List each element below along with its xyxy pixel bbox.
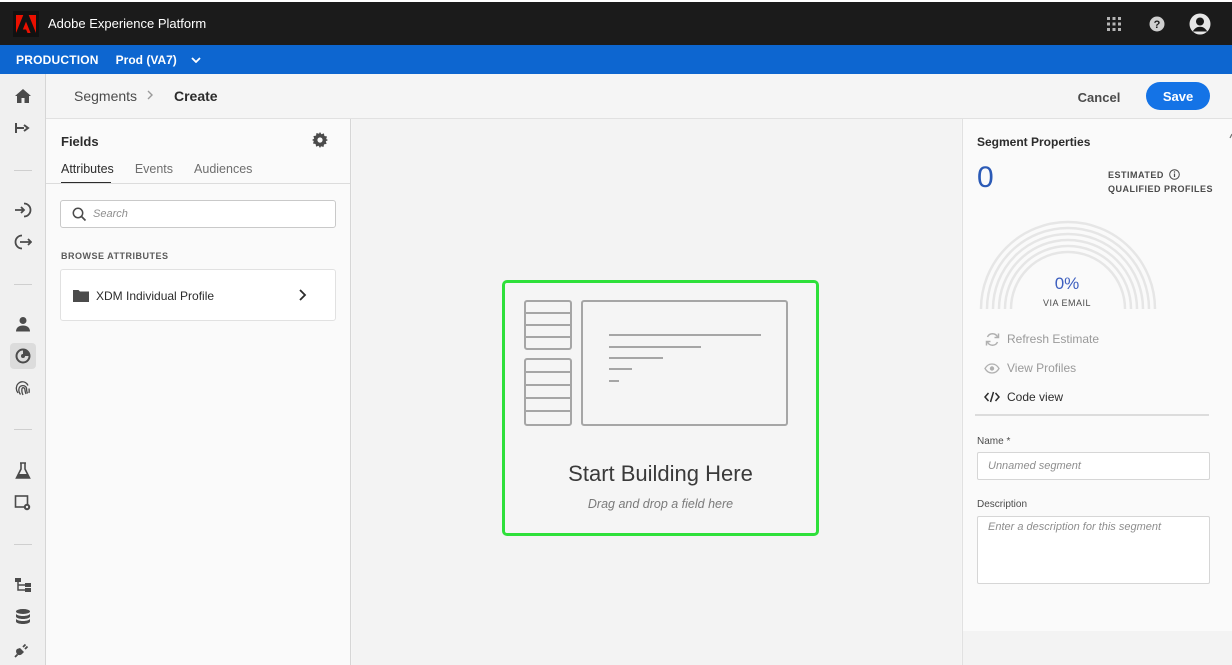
page-header: Segments Create Cancel Save <box>46 74 1232 119</box>
page-title: Create <box>174 88 218 104</box>
description-label: Description <box>977 499 1028 510</box>
destination-icon[interactable] <box>10 229 36 255</box>
tab-audiences[interactable]: Audiences <box>194 162 252 184</box>
drop-zone-subtitle: Drag and drop a field here <box>587 497 734 511</box>
code-view-button[interactable]: Code view <box>983 388 1063 406</box>
gauge-percent: 0% <box>1054 274 1080 293</box>
tabs-divider <box>46 183 350 184</box>
segment-canvas: Start Building Here Drag and drop a fiel… <box>352 119 961 665</box>
rail-divider <box>14 544 32 545</box>
fields-title: Fields <box>61 134 99 149</box>
chevron-down-icon[interactable] <box>191 56 201 63</box>
list-item-label: XDM Individual Profile <box>96 289 215 303</box>
search-field <box>60 200 336 228</box>
chevron-right-icon <box>146 88 154 106</box>
properties-footer <box>963 631 1232 665</box>
rail-divider <box>14 284 32 285</box>
source-icon[interactable] <box>10 197 36 223</box>
home-icon[interactable] <box>10 83 36 109</box>
fields-panel: Fields Attributes Events Audiences BROWS… <box>46 119 351 665</box>
app-title[interactable]: Adobe Experience Platform <box>48 16 206 31</box>
gauge-label: VIA EMAIL <box>1042 298 1092 308</box>
refresh-estimate-button[interactable]: Refresh Estimate <box>983 330 1099 348</box>
rail-divider <box>14 170 32 171</box>
tab-attributes[interactable]: Attributes <box>61 162 114 184</box>
segment-properties-panel: Segment Properties 0 ESTIMATED QUALIFIED… <box>962 119 1232 665</box>
left-nav-rail <box>0 74 46 665</box>
journey-icon[interactable] <box>10 115 36 141</box>
settings-icon[interactable] <box>10 490 36 516</box>
canvas-illustration-icon <box>524 300 788 426</box>
drop-zone-title: Start Building Here <box>568 461 753 486</box>
adobe-logo-icon[interactable] <box>13 10 39 37</box>
view-profiles-label: View Profiles <box>1007 361 1077 375</box>
qualified-count: 0 <box>977 161 994 194</box>
search-icon <box>72 207 87 227</box>
app-switcher-icon[interactable] <box>1103 13 1125 35</box>
schema-icon[interactable] <box>10 572 36 598</box>
identity-icon[interactable] <box>10 375 36 401</box>
cancel-button[interactable]: Cancel <box>1070 84 1128 110</box>
rail-divider <box>14 429 32 430</box>
segment-description-field[interactable] <box>977 516 1210 584</box>
plug-icon[interactable] <box>10 636 36 662</box>
properties-title: Segment Properties <box>977 135 1091 149</box>
org-label: PRODUCTION <box>16 52 99 67</box>
sandbox-switcher[interactable]: Prod (VA7) <box>116 53 177 67</box>
view-profiles-button[interactable]: View Profiles <box>983 359 1076 377</box>
top-bar: Adobe Experience Platform ? <box>0 0 1232 45</box>
profile-icon[interactable] <box>10 311 36 337</box>
folder-icon <box>73 289 89 307</box>
chevron-right-icon[interactable] <box>297 288 307 307</box>
user-avatar-icon[interactable] <box>1189 13 1211 35</box>
qualified-profiles-label: QUALIFIED PROFILES <box>1108 184 1214 194</box>
segment-icon[interactable] <box>10 343 36 369</box>
environment-bar: PRODUCTION Prod (VA7) <box>0 45 1232 74</box>
estimated-label: ESTIMATED <box>1108 170 1164 180</box>
drop-zone[interactable]: Start Building Here Drag and drop a fiel… <box>502 280 819 536</box>
tab-events[interactable]: Events <box>135 162 173 184</box>
estimated-qualified-label: ESTIMATED QUALIFIED PROFILES <box>1108 169 1213 195</box>
eye-icon <box>983 362 1001 374</box>
svg-text:?: ? <box>1154 19 1161 31</box>
info-icon[interactable] <box>1169 169 1180 183</box>
refresh-icon <box>983 332 1001 347</box>
refresh-estimate-label: Refresh Estimate <box>1007 332 1100 346</box>
segment-name-field[interactable] <box>977 452 1210 480</box>
browse-attributes-heading: BROWSE ATTRIBUTES <box>61 251 169 261</box>
name-label: Name * <box>977 436 1011 447</box>
dataset-icon[interactable] <box>10 604 36 630</box>
help-icon[interactable]: ? <box>1146 13 1168 35</box>
breadcrumb-segments[interactable]: Segments <box>74 88 137 104</box>
lab-icon[interactable] <box>10 458 36 484</box>
list-item[interactable]: XDM Individual Profile <box>60 269 336 321</box>
fields-tabs: Attributes Events Audiences <box>61 162 273 184</box>
gear-icon[interactable] <box>312 132 328 153</box>
save-button[interactable]: Save <box>1146 82 1210 110</box>
code-icon <box>983 391 1001 403</box>
code-view-label: Code view <box>1007 390 1064 404</box>
search-input[interactable] <box>93 204 328 224</box>
